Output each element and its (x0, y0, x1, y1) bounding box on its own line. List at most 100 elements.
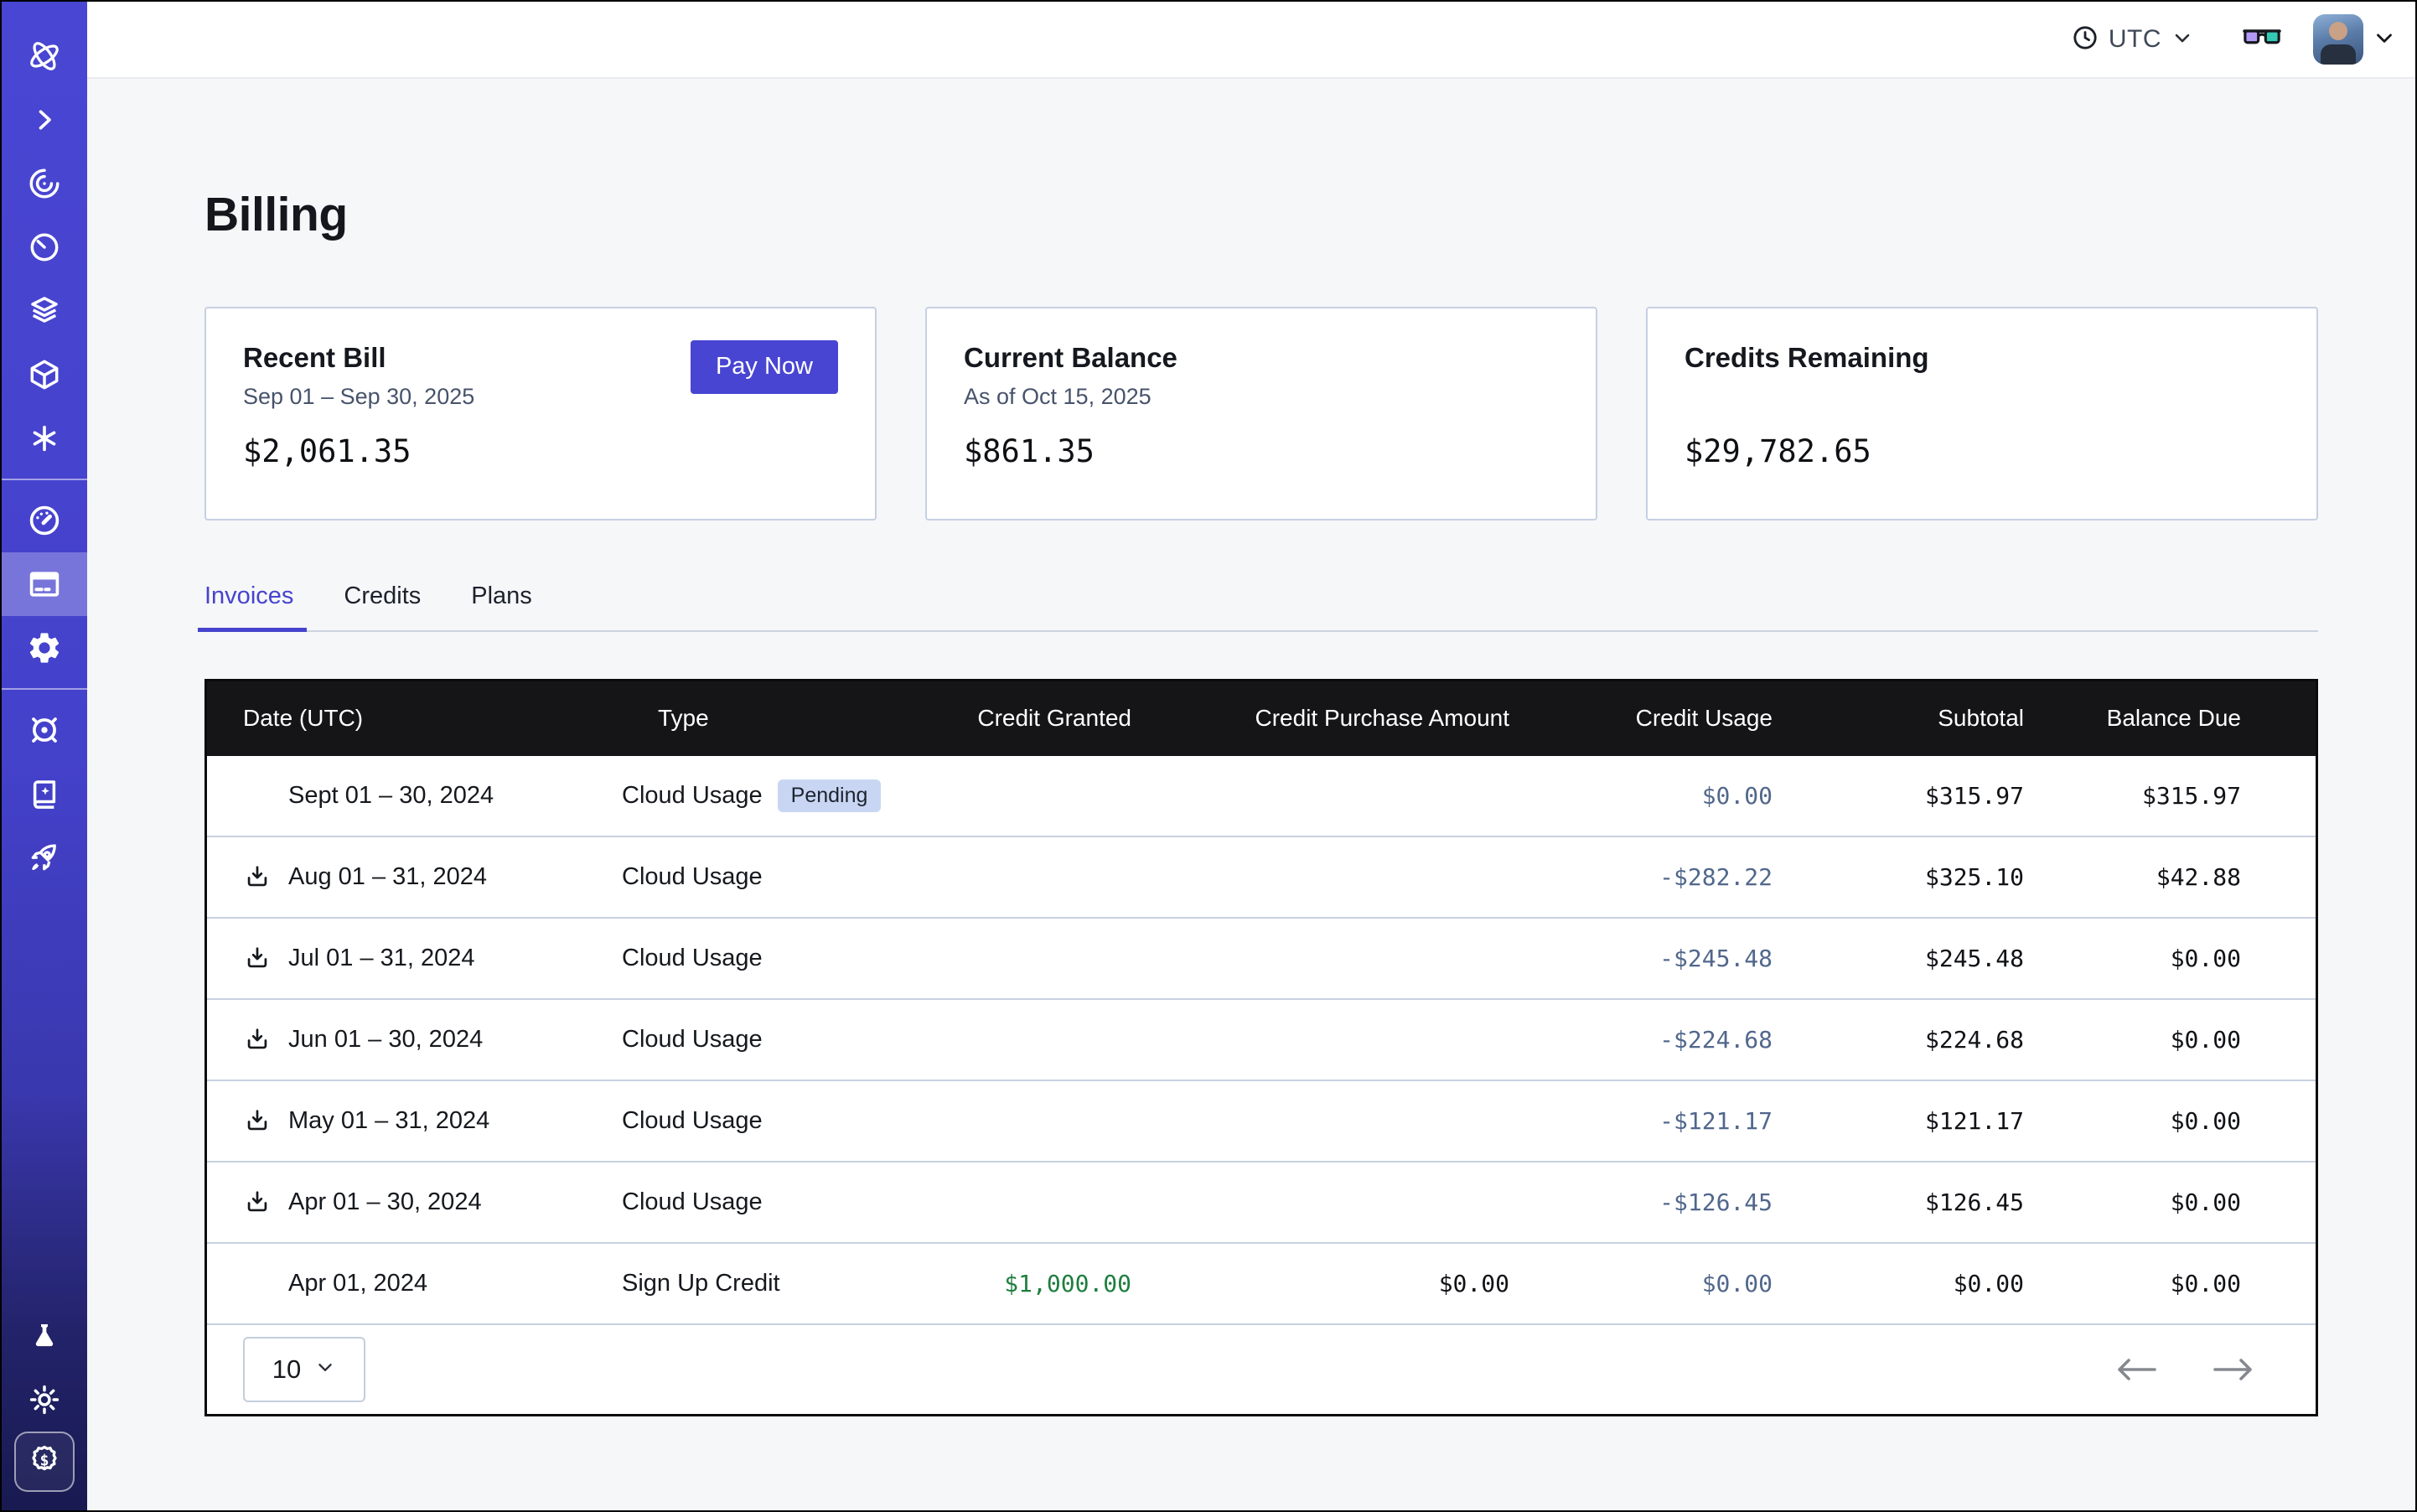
sidebar-divider (2, 688, 87, 690)
pay-now-button[interactable]: Pay Now (691, 340, 838, 394)
invoice-date: May 01 – 31, 2024 (288, 1107, 489, 1135)
sidebar-spacer (2, 889, 87, 1304)
invoice-date: Apr 01 – 30, 2024 (288, 1188, 482, 1216)
svg-text:$: $ (39, 1452, 49, 1469)
sidebar-item-usage-gauge[interactable] (2, 489, 87, 552)
sidebar-item-logo[interactable] (2, 24, 87, 88)
table-row: Jul 01 – 31, 2024 Cloud Usage -$245.48 $… (207, 919, 2316, 1000)
balance-due: $0.00 (2024, 1026, 2241, 1054)
invoice-date: Aug 01 – 31, 2024 (288, 863, 487, 891)
sidebar-item-rocket[interactable] (2, 826, 87, 889)
subtotal: $245.48 (1773, 945, 2024, 972)
credit-usage: $0.00 (1509, 1270, 1773, 1297)
invoice-type: Cloud Usage (622, 782, 763, 810)
sidebar-item-billing[interactable] (2, 552, 87, 616)
credit-usage: -$121.17 (1509, 1107, 1773, 1135)
page-size-value: 10 (272, 1354, 301, 1385)
sidebar-item-timer[interactable] (2, 215, 87, 279)
download-invoice-button[interactable] (243, 944, 272, 972)
timezone-selector[interactable]: UTC (2071, 23, 2194, 56)
pagination-arrows (2114, 1357, 2255, 1382)
billing-card-icon (26, 566, 63, 603)
main-area: UTC (87, 2, 2415, 1510)
status-badge: Pending (778, 779, 882, 812)
invoice-type: Cloud Usage (622, 1188, 763, 1216)
glasses-icon (2243, 25, 2281, 54)
page-title: Billing (204, 188, 2318, 243)
sidebar-item-layers[interactable] (2, 279, 87, 343)
reader-mode-button[interactable] (2243, 25, 2281, 54)
card-amount: $861.35 (964, 433, 1559, 469)
sidebar-item-theme[interactable] (2, 1368, 87, 1432)
card-title: Current Balance (964, 342, 1559, 374)
app-window: $ UTC (0, 0, 2417, 1512)
table-row: Jun 01 – 30, 2024 Cloud Usage -$224.68 $… (207, 1000, 2316, 1081)
sidebar-item-settings[interactable] (2, 616, 87, 680)
table-row: Apr 01 – 30, 2024 Cloud Usage -$126.45 $… (207, 1162, 2316, 1244)
table-row: Apr 01, 2024 Sign Up Credit $1,000.00 $0… (207, 1244, 2316, 1325)
download-invoice-button[interactable] (243, 1188, 272, 1216)
card-amount: $29,782.65 (1685, 433, 2280, 469)
invoice-date: Jun 01 – 30, 2024 (288, 1026, 483, 1054)
gauge-icon (26, 502, 63, 539)
card-subtitle: As of Oct 15, 2025 (964, 384, 1559, 412)
cube-icon (27, 357, 62, 392)
table-footer: 10 (207, 1325, 2316, 1414)
sidebar-item-expand[interactable] (2, 88, 87, 152)
chevron-down-icon (2171, 26, 2194, 54)
subtotal: $325.10 (1773, 863, 2024, 891)
sidebar-item-asterisk[interactable] (2, 406, 87, 470)
card-recent-bill: Recent Bill Sep 01 – Sep 30, 2025 $2,061… (204, 307, 877, 520)
balance-due: $315.97 (2024, 782, 2241, 810)
sidebar-item-docs[interactable] (2, 762, 87, 826)
topbar: UTC (87, 2, 2415, 79)
gear-icon (26, 629, 63, 666)
download-invoice-button[interactable] (243, 1106, 272, 1135)
card-subtitle (1685, 384, 2280, 412)
invoice-type: Cloud Usage (622, 945, 763, 972)
balance-due: $42.88 (2024, 863, 2241, 891)
table-row: Aug 01 – 31, 2024 Cloud Usage -$282.22 $… (207, 837, 2316, 919)
sidebar-item-spiral[interactable] (2, 152, 87, 215)
col-credit-usage: Credit Usage (1509, 705, 1773, 732)
credit-purchase-amount: $0.00 (1131, 1270, 1509, 1297)
dollar-badge-icon: $ (26, 1442, 63, 1483)
card-title: Credits Remaining (1685, 342, 2280, 374)
tab-credits[interactable]: Credits (344, 583, 421, 630)
sidebar-credits-button-wrap: $ (2, 1432, 87, 1510)
download-invoice-button[interactable] (243, 1025, 272, 1054)
card-current-balance: Current Balance As of Oct 15, 2025 $861.… (925, 307, 1597, 520)
balance-due: $0.00 (2024, 1107, 2241, 1135)
page-size-select[interactable]: 10 (243, 1337, 365, 1402)
user-avatar[interactable] (2313, 14, 2363, 65)
tab-invoices[interactable]: Invoices (204, 583, 293, 630)
previous-page-arrow-icon[interactable] (2114, 1357, 2158, 1382)
col-credit-purchase-amount: Credit Purchase Amount (1131, 705, 1509, 732)
next-page-arrow-icon[interactable] (2212, 1357, 2255, 1382)
table-row: Sept 01 – 30, 2024 Cloud Usage Pending $… (207, 756, 2316, 837)
invoice-date: Sept 01 – 30, 2024 (288, 782, 494, 810)
invoice-type: Cloud Usage (622, 863, 763, 891)
book-sparkle-icon (27, 776, 62, 811)
content: Billing Recent Bill Sep 01 – Sep 30, 202… (87, 79, 2415, 1510)
card-credits-remaining: Credits Remaining $29,782.65 (1646, 307, 2318, 520)
sidebar-item-helm[interactable] (2, 698, 87, 762)
balance-due: $0.00 (2024, 945, 2241, 972)
credits-button[interactable]: $ (14, 1432, 75, 1492)
spiral-icon (27, 166, 62, 201)
invoice-type: Cloud Usage (622, 1026, 763, 1054)
col-balance-due: Balance Due (2024, 705, 2241, 732)
chevron-down-icon (314, 1354, 336, 1385)
sidebar-item-cube[interactable] (2, 343, 87, 406)
layers-icon (27, 293, 62, 329)
clock-icon (2071, 23, 2099, 56)
credit-usage: -$245.48 (1509, 945, 1773, 972)
tab-plans[interactable]: Plans (471, 583, 532, 630)
invoice-type: Cloud Usage (622, 1107, 763, 1135)
chevron-down-icon[interactable] (2372, 25, 2397, 54)
col-date: Date (UTC) (207, 705, 622, 732)
timer-icon (27, 230, 62, 265)
download-invoice-button[interactable] (243, 862, 272, 891)
card-amount: $2,061.35 (243, 433, 838, 469)
sidebar-item-labs[interactable] (2, 1304, 87, 1368)
